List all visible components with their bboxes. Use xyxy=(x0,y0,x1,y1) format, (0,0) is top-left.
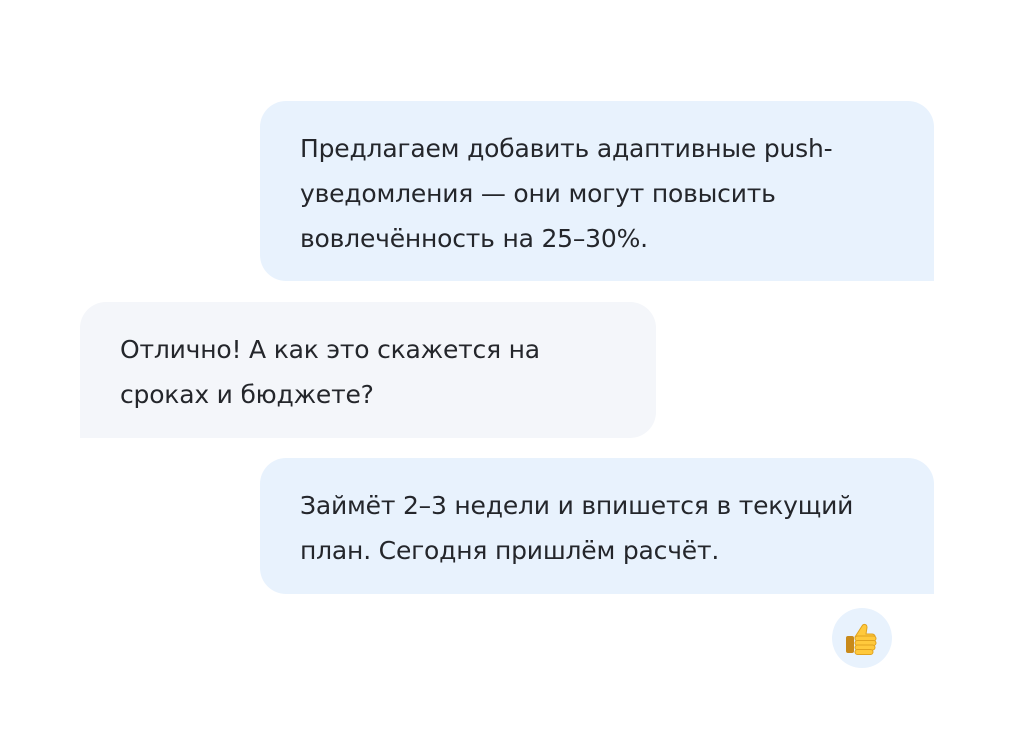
message-text: Предлагаем добавить адаптивные push-увед… xyxy=(300,134,833,253)
message-text: Отлично! А как это скажется на сроках и … xyxy=(120,335,540,409)
thumbs-up-icon xyxy=(846,623,877,655)
message-text: Займёт 2–3 недели и впишется в текущий п… xyxy=(300,491,854,565)
message-reaction[interactable] xyxy=(832,608,892,668)
outgoing-message-bubble: Займёт 2–3 недели и впишется в текущий п… xyxy=(260,458,934,594)
outgoing-message-bubble: Предлагаем добавить адаптивные push-увед… xyxy=(260,101,934,281)
incoming-message-bubble: Отлично! А как это скажется на сроках и … xyxy=(80,302,656,438)
